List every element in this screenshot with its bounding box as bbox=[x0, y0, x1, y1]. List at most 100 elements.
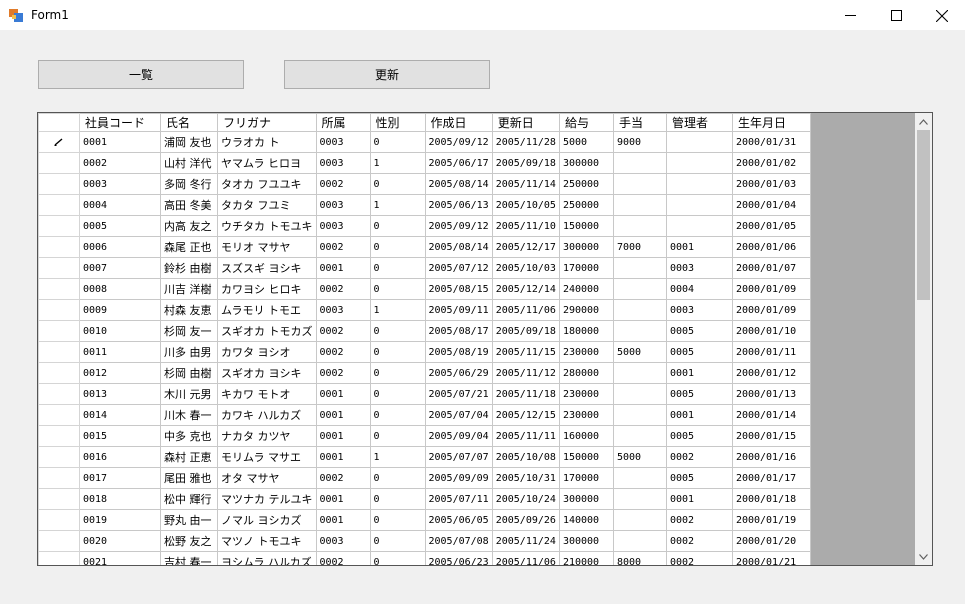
cell-salary[interactable]: 180000 bbox=[558, 320, 614, 342]
cell-created-date[interactable]: 2005/06/29 bbox=[424, 362, 493, 384]
cell-department[interactable]: 0002 bbox=[315, 341, 371, 363]
cell-salary[interactable]: 300000 bbox=[558, 488, 614, 510]
table-row[interactable]: 0001 浦岡 友也 ウラオカ ト 0003 0 2005/09/12 2005/11/28… bbox=[38, 131, 811, 153]
cell-department[interactable]: 0002 bbox=[315, 173, 371, 195]
data-grid[interactable]: 社員コード 氏名 フリガナ 所属 性別 作成日 更新日 給与 手当 管理者 生年… bbox=[37, 112, 933, 566]
cell-name[interactable]: 野丸 由一 bbox=[160, 509, 218, 531]
row-header[interactable] bbox=[38, 152, 80, 174]
table-row[interactable]: 0008 川吉 洋樹 カワヨシ ヒロキ 0002 0 2005/08/15 2005/12/… bbox=[38, 278, 811, 300]
cell-created-date[interactable]: 2005/08/14 bbox=[424, 173, 493, 195]
cell-created-date[interactable]: 2005/06/13 bbox=[424, 194, 493, 216]
cell-furigana[interactable]: カワキ ハルカズ bbox=[217, 404, 317, 426]
cell-name[interactable]: 村森 友恵 bbox=[160, 299, 218, 321]
cell-birth-date[interactable]: 2000/01/10 bbox=[731, 320, 811, 342]
cell-department[interactable]: 0002 bbox=[315, 278, 371, 300]
cell-employee-code[interactable]: 0006 bbox=[79, 236, 161, 258]
cell-allowance[interactable] bbox=[612, 299, 667, 321]
column-header[interactable]: 管理者 bbox=[665, 113, 733, 132]
cell-department[interactable]: 0002 bbox=[315, 467, 371, 489]
column-header[interactable]: 社員コード bbox=[79, 113, 161, 132]
table-row[interactable]: 0014 川木 春一 カワキ ハルカズ 0001 0 2005/07/04 2005/12/… bbox=[38, 404, 811, 426]
cell-gender[interactable]: 0 bbox=[369, 530, 426, 552]
table-row[interactable]: 0016 森村 正恵 モリムラ マサエ 0001 1 2005/07/07 2005/10/… bbox=[38, 446, 811, 468]
cell-gender[interactable]: 0 bbox=[369, 236, 426, 258]
cell-updated-date[interactable]: 2005/10/05 bbox=[491, 194, 560, 216]
cell-salary[interactable]: 290000 bbox=[558, 299, 614, 321]
cell-name[interactable]: 杉岡 由樹 bbox=[160, 362, 218, 384]
table-row[interactable]: 0013 木川 元男 キカワ モトオ 0001 0 2005/07/21 2005/11/1… bbox=[38, 383, 811, 405]
cell-furigana[interactable]: ナカタ カツヤ bbox=[217, 425, 317, 447]
row-header[interactable] bbox=[38, 194, 80, 216]
row-header[interactable] bbox=[38, 257, 80, 279]
cell-department[interactable]: 0002 bbox=[315, 551, 371, 565]
cell-birth-date[interactable]: 2000/01/07 bbox=[731, 257, 811, 279]
cell-salary[interactable]: 160000 bbox=[558, 425, 614, 447]
cell-created-date[interactable]: 2005/06/17 bbox=[424, 152, 493, 174]
cell-updated-date[interactable]: 2005/10/08 bbox=[491, 446, 560, 468]
cell-allowance[interactable] bbox=[612, 152, 667, 174]
maximize-button[interactable] bbox=[873, 0, 919, 31]
cell-allowance[interactable] bbox=[612, 488, 667, 510]
cell-gender[interactable]: 1 bbox=[369, 152, 426, 174]
cell-department[interactable]: 0001 bbox=[315, 257, 371, 279]
row-header[interactable] bbox=[38, 320, 80, 342]
cell-updated-date[interactable]: 2005/09/18 bbox=[491, 152, 560, 174]
cell-manager[interactable]: 0005 bbox=[665, 467, 733, 489]
cell-department[interactable]: 0002 bbox=[315, 236, 371, 258]
cell-manager[interactable] bbox=[665, 173, 733, 195]
cell-employee-code[interactable]: 0002 bbox=[79, 152, 161, 174]
cell-gender[interactable]: 0 bbox=[369, 383, 426, 405]
list-button[interactable]: 一覧 bbox=[38, 60, 244, 89]
table-row[interactable]: 0012 杉岡 由樹 スギオカ ヨシキ 0002 0 2005/06/29 2005/11/… bbox=[38, 362, 811, 384]
table-row[interactable]: 0020 松野 友之 マツノ トモユキ 0003 0 2005/07/08 2005/11/… bbox=[38, 530, 811, 552]
cell-birth-date[interactable]: 2000/01/12 bbox=[731, 362, 811, 384]
cell-name[interactable]: 松野 友之 bbox=[160, 530, 218, 552]
cell-manager[interactable]: 0002 bbox=[665, 530, 733, 552]
cell-name[interactable]: 川多 由男 bbox=[160, 341, 218, 363]
cell-manager[interactable]: 0004 bbox=[665, 278, 733, 300]
cell-manager[interactable]: 0001 bbox=[665, 404, 733, 426]
cell-department[interactable]: 0001 bbox=[315, 383, 371, 405]
table-row[interactable]: 0006 森尾 正也 モリオ マサヤ 0002 0 2005/08/14 2005/12/1… bbox=[38, 236, 811, 258]
cell-furigana[interactable]: カワタ ヨシオ bbox=[217, 341, 317, 363]
cell-salary[interactable]: 280000 bbox=[558, 362, 614, 384]
cell-employee-code[interactable]: 0009 bbox=[79, 299, 161, 321]
cell-gender[interactable]: 0 bbox=[369, 257, 426, 279]
cell-gender[interactable]: 0 bbox=[369, 509, 426, 531]
cell-allowance[interactable] bbox=[612, 320, 667, 342]
cell-birth-date[interactable]: 2000/01/31 bbox=[731, 131, 811, 153]
cell-birth-date[interactable]: 2000/01/04 bbox=[731, 194, 811, 216]
cell-manager[interactable]: 0005 bbox=[665, 341, 733, 363]
cell-birth-date[interactable]: 2000/01/19 bbox=[731, 509, 811, 531]
cell-department[interactable]: 0003 bbox=[315, 194, 371, 216]
row-header[interactable] bbox=[38, 131, 80, 153]
cell-department[interactable]: 0001 bbox=[315, 446, 371, 468]
cell-gender[interactable]: 0 bbox=[369, 488, 426, 510]
cell-name[interactable]: 高田 冬美 bbox=[160, 194, 218, 216]
cell-employee-code[interactable]: 0016 bbox=[79, 446, 161, 468]
cell-salary[interactable]: 150000 bbox=[558, 446, 614, 468]
cell-manager[interactable] bbox=[665, 152, 733, 174]
cell-department[interactable]: 0002 bbox=[315, 320, 371, 342]
cell-created-date[interactable]: 2005/09/04 bbox=[424, 425, 493, 447]
cell-manager[interactable]: 0003 bbox=[665, 257, 733, 279]
row-header[interactable] bbox=[38, 488, 80, 510]
row-header[interactable] bbox=[38, 467, 80, 489]
cell-created-date[interactable]: 2005/06/05 bbox=[424, 509, 493, 531]
row-header[interactable] bbox=[38, 341, 80, 363]
cell-allowance[interactable] bbox=[612, 383, 667, 405]
cell-created-date[interactable]: 2005/09/09 bbox=[424, 467, 493, 489]
column-header[interactable]: 更新日 bbox=[491, 113, 560, 132]
cell-gender[interactable]: 1 bbox=[369, 446, 426, 468]
cell-created-date[interactable]: 2005/06/23 bbox=[424, 551, 493, 565]
cell-employee-code[interactable]: 0013 bbox=[79, 383, 161, 405]
cell-employee-code[interactable]: 0003 bbox=[79, 173, 161, 195]
cell-name[interactable]: 森村 正恵 bbox=[160, 446, 218, 468]
table-row[interactable]: 0003 多岡 冬行 タオカ フユユキ 0002 0 2005/08/14 2005/11/… bbox=[38, 173, 811, 195]
cell-department[interactable]: 0001 bbox=[315, 425, 371, 447]
cell-gender[interactable]: 0 bbox=[369, 551, 426, 565]
cell-updated-date[interactable]: 2005/11/18 bbox=[491, 383, 560, 405]
cell-updated-date[interactable]: 2005/10/31 bbox=[491, 467, 560, 489]
cell-department[interactable]: 0001 bbox=[315, 404, 371, 426]
cell-salary[interactable]: 170000 bbox=[558, 467, 614, 489]
